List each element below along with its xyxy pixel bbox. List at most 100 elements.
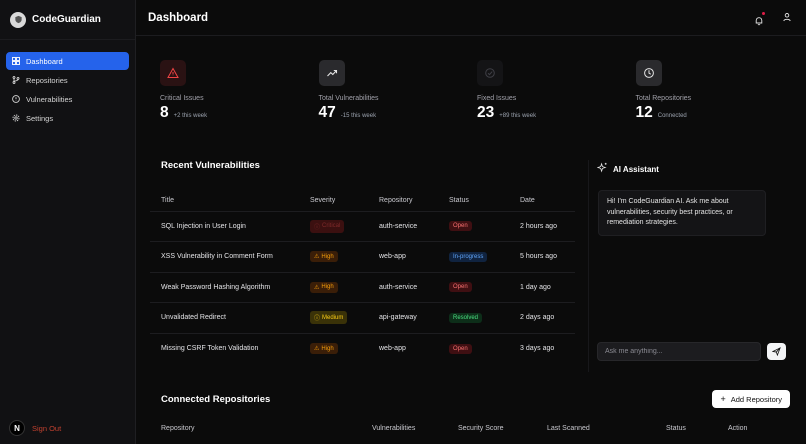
status-badge: Open — [449, 282, 472, 293]
gear-icon — [12, 114, 20, 122]
vuln-date: 2 hours ago — [509, 210, 575, 242]
brand[interactable]: CodeGuardian — [0, 0, 135, 40]
warning-triangle-icon: ⚠ — [314, 254, 320, 261]
stat-sub: +2 this week — [173, 113, 208, 119]
stat-sub: -15 this week — [340, 113, 377, 119]
column-header[interactable]: Vulnerabilities — [372, 425, 458, 432]
stat-value: 8 — [160, 104, 169, 121]
repositories-table-header: Repository Vulnerabilities Security Scor… — [150, 425, 790, 432]
sidebar-item-settings[interactable]: Settings — [6, 109, 129, 127]
column-header[interactable]: Title — [150, 191, 299, 211]
stat-total-repositories: Total Repositories 12 Connected — [635, 60, 795, 122]
table-row[interactable]: XSS Vulnerability in Comment Form ⚠ High … — [150, 241, 575, 272]
stat-fixed-issues: Fixed Issues 23 +89 this week — [477, 60, 636, 122]
alert-circle-icon: ⓘ — [314, 224, 321, 231]
sidebar-item-dashboard[interactable]: Dashboard — [6, 52, 129, 70]
send-icon — [771, 344, 781, 359]
ai-input-row — [597, 342, 786, 361]
severity-badge: ⚠ High — [310, 281, 338, 293]
table-row[interactable]: SQL Injection in User Login ⓘ Critical au… — [150, 210, 575, 242]
stat-label: Fixed Issues — [477, 95, 517, 102]
column-header[interactable]: Repository — [150, 425, 372, 432]
send-button[interactable] — [767, 343, 786, 360]
app-name: CodeGuardian — [32, 14, 101, 25]
vuln-title: Missing CSRF Token Validation — [150, 332, 299, 364]
sparkles-icon — [596, 160, 608, 178]
stat-sub: Connected — [657, 113, 687, 119]
stat-critical-issues: Critical Issues 8 +2 this week — [160, 60, 319, 122]
status-badge: Open — [449, 221, 472, 232]
top-bar: Dashboard — [136, 0, 806, 36]
notification-dot — [762, 11, 765, 15]
trending-up-icon — [318, 60, 345, 86]
recent-vulnerabilities-panel: Recent Vulnerabilities Title Severity Re… — [150, 160, 575, 364]
main-content: Dashboard Critical Issues 8 +2 this week — [136, 0, 806, 444]
vuln-title: XSS Vulnerability in Comment Form — [150, 241, 299, 272]
add-repository-button[interactable]: + Add Repository — [712, 390, 790, 408]
user-icon[interactable] — [782, 9, 792, 27]
stat-value: 47 — [318, 104, 336, 121]
sidebar-item-repositories[interactable]: Repositories — [6, 71, 129, 89]
column-header[interactable]: Last Scanned — [547, 425, 666, 432]
sidebar-footer: N Sign Out — [9, 420, 61, 436]
stat-label: Total Repositories — [635, 95, 692, 102]
ai-message: Hi! I'm CodeGuardian AI. Ask me about vu… — [598, 190, 766, 236]
stat-label: Total Vulnerabilities — [318, 95, 379, 102]
column-header[interactable]: Severity — [299, 191, 368, 211]
ai-chat-input[interactable] — [597, 342, 761, 361]
status-badge: In-progress — [449, 251, 488, 262]
stat-sub: +89 this week — [499, 113, 537, 119]
warning-triangle-icon — [160, 60, 186, 86]
table-row[interactable]: Weak Password Hashing Algorithm ⚠ High au… — [150, 271, 575, 303]
vuln-title: SQL Injection in User Login — [150, 210, 299, 242]
alert-circle-icon — [12, 95, 20, 103]
repo-name: auth-service — [368, 271, 438, 303]
repo-name: auth-service — [368, 210, 438, 242]
repo-name: web-app — [368, 241, 438, 272]
section-title: Recent Vulnerabilities — [161, 160, 260, 171]
avatar[interactable]: N — [9, 420, 25, 436]
top-bar-actions — [754, 9, 792, 27]
status-badge: Resolved — [449, 312, 483, 323]
severity-badge: ⚠ High — [310, 343, 338, 354]
vuln-date: 1 day ago — [509, 271, 575, 303]
section-title: Connected Repositories — [161, 393, 271, 405]
ai-assistant-title: AI Assistant — [613, 164, 659, 174]
column-header[interactable]: Date — [509, 191, 575, 211]
column-header[interactable]: Status — [438, 191, 509, 211]
check-circle-icon — [477, 60, 503, 86]
column-header[interactable]: Repository — [368, 191, 438, 211]
plus-icon: + — [720, 394, 726, 404]
sidebar-item-label: Vulnerabilities — [26, 94, 73, 104]
column-header[interactable]: Status — [666, 425, 728, 432]
sidebar-item-label: Repositories — [26, 75, 68, 85]
column-header[interactable]: Security Score — [458, 425, 547, 432]
repo-name: web-app — [368, 332, 438, 364]
sidebar: CodeGuardian Dashboard Repositories Vuln… — [0, 0, 136, 444]
sign-out-link[interactable]: Sign Out — [32, 424, 61, 433]
severity-badge: ⚠ High — [310, 251, 338, 263]
stat-value: 23 — [477, 104, 495, 121]
sidebar-item-vulnerabilities[interactable]: Vulnerabilities — [6, 90, 129, 108]
warning-triangle-icon: ⚠ — [314, 346, 320, 352]
stat-total-vulnerabilities: Total Vulnerabilities 47 -15 this week — [318, 60, 478, 122]
vuln-date: 3 days ago — [509, 332, 575, 364]
repo-name: api-gateway — [368, 302, 438, 333]
ai-assistant-header: AI Assistant — [589, 160, 792, 178]
stat-value: 12 — [635, 104, 653, 121]
severity-badge: ⓘ Critical — [310, 219, 345, 233]
table-row[interactable]: Missing CSRF Token Validation ⚠ High web-… — [150, 332, 575, 364]
stats-row: Critical Issues 8 +2 this week Total Vuln… — [136, 36, 806, 122]
sidebar-item-label: Settings — [26, 113, 54, 123]
ai-assistant-panel: AI Assistant Hi! I'm CodeGuardian AI. As… — [588, 160, 792, 372]
vuln-date: 2 days ago — [509, 302, 575, 333]
bell-icon[interactable] — [754, 11, 765, 25]
column-header[interactable]: Action — [728, 425, 747, 432]
table-row[interactable]: Unvalidated Redirect ⓘ Medium api-gateway… — [150, 302, 575, 333]
severity-badge: ⓘ Medium — [310, 311, 348, 325]
warning-triangle-icon: ⚠ — [314, 284, 320, 291]
sidebar-item-label: Dashboard — [26, 56, 63, 66]
clock-icon — [635, 60, 662, 86]
vulnerabilities-table: Title Severity Repository Status Date SQ… — [150, 191, 575, 364]
vuln-date: 5 hours ago — [509, 241, 575, 272]
